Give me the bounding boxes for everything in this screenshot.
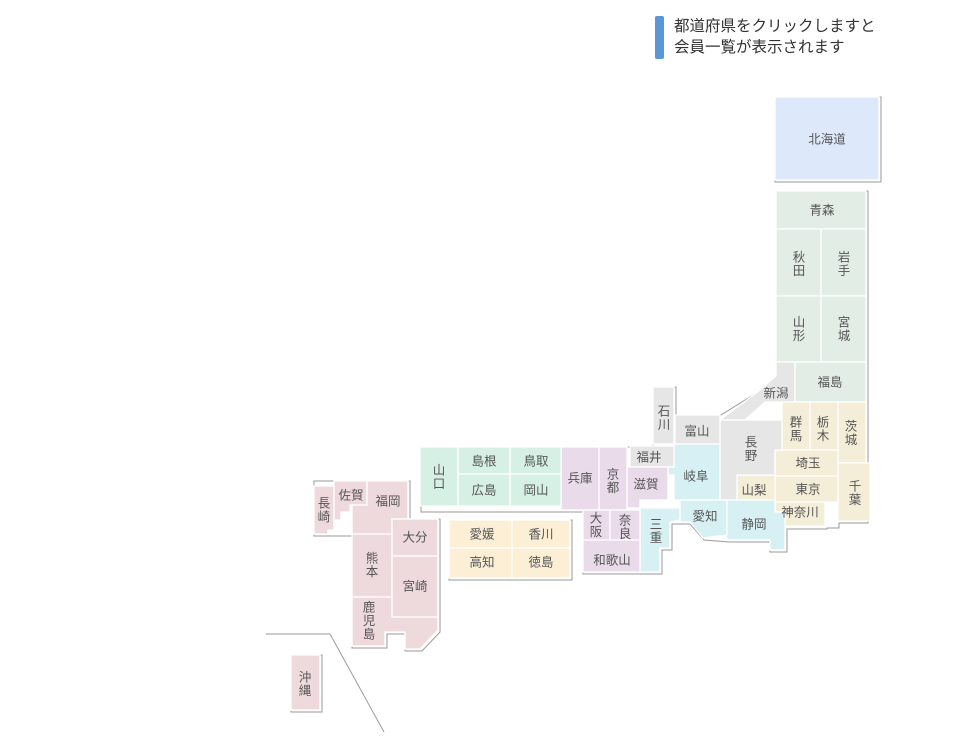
prefecture-wakayama[interactable] [582, 539, 641, 573]
prefecture-okayama[interactable] [509, 473, 562, 507]
prefecture-kyoto[interactable] [598, 446, 628, 511]
prefecture-tottori[interactable] [509, 446, 562, 475]
prefecture-okinawa[interactable] [290, 654, 321, 711]
prefecture-ehime[interactable] [448, 519, 513, 549]
prefecture-tokushima[interactable] [511, 547, 571, 579]
prefecture-oita[interactable] [391, 518, 439, 557]
prefecture-hokkaido[interactable] [774, 96, 880, 181]
prefecture-fukushima[interactable] [794, 361, 867, 403]
prefecture-ishikawa[interactable] [652, 386, 675, 445]
prefecture-nara[interactable] [609, 509, 641, 541]
prefecture-kagawa[interactable] [511, 519, 571, 549]
prefecture-gifu[interactable] [667, 443, 721, 501]
prefecture-miyazaki[interactable] [391, 555, 439, 618]
okinawa-divider-diag [329, 633, 385, 733]
prefecture-yamanashi[interactable] [736, 474, 776, 503]
prefecture-chiba[interactable] [837, 462, 871, 522]
japan-prefecture-map: 北海道青森秋田岩手山形宮城福島新潟群馬栃木茨城埼玉東京 千葉神奈川山梨長野富山石川… [266, 96, 882, 733]
prefecture-iwate[interactable] [820, 228, 867, 297]
prefecture-ibaraki[interactable] [837, 401, 867, 464]
prefecture-kumamoto[interactable] [351, 533, 393, 598]
prefecture-aomori[interactable] [775, 190, 867, 230]
prefecture-osaka[interactable] [582, 509, 611, 543]
prefecture-shiga[interactable] [626, 466, 669, 509]
prefecture-miyagi[interactable] [820, 295, 867, 363]
prefecture-aichi[interactable] [679, 499, 728, 539]
prefecture-akita[interactable] [775, 228, 822, 297]
prefecture-yamaguchi[interactable] [419, 446, 459, 507]
prefecture-shapes [290, 96, 880, 711]
prefecture-fukui[interactable] [629, 445, 675, 468]
prefecture-mie[interactable] [639, 507, 681, 573]
prefecture-hiroshima[interactable] [457, 473, 511, 507]
prefecture-shimane[interactable] [457, 446, 511, 475]
prefecture-hyogo[interactable] [560, 446, 600, 511]
prefecture-nagasaki[interactable] [313, 485, 335, 535]
prefecture-tochigi[interactable] [809, 401, 839, 451]
prefecture-toyama[interactable] [674, 414, 721, 445]
prefecture-saitama[interactable] [774, 449, 839, 477]
prefecture-gunma[interactable] [781, 401, 811, 451]
prefecture-kochi[interactable] [448, 547, 513, 579]
prefecture-yamagata[interactable] [775, 295, 822, 363]
prefecture-tokyo[interactable] [774, 475, 839, 503]
